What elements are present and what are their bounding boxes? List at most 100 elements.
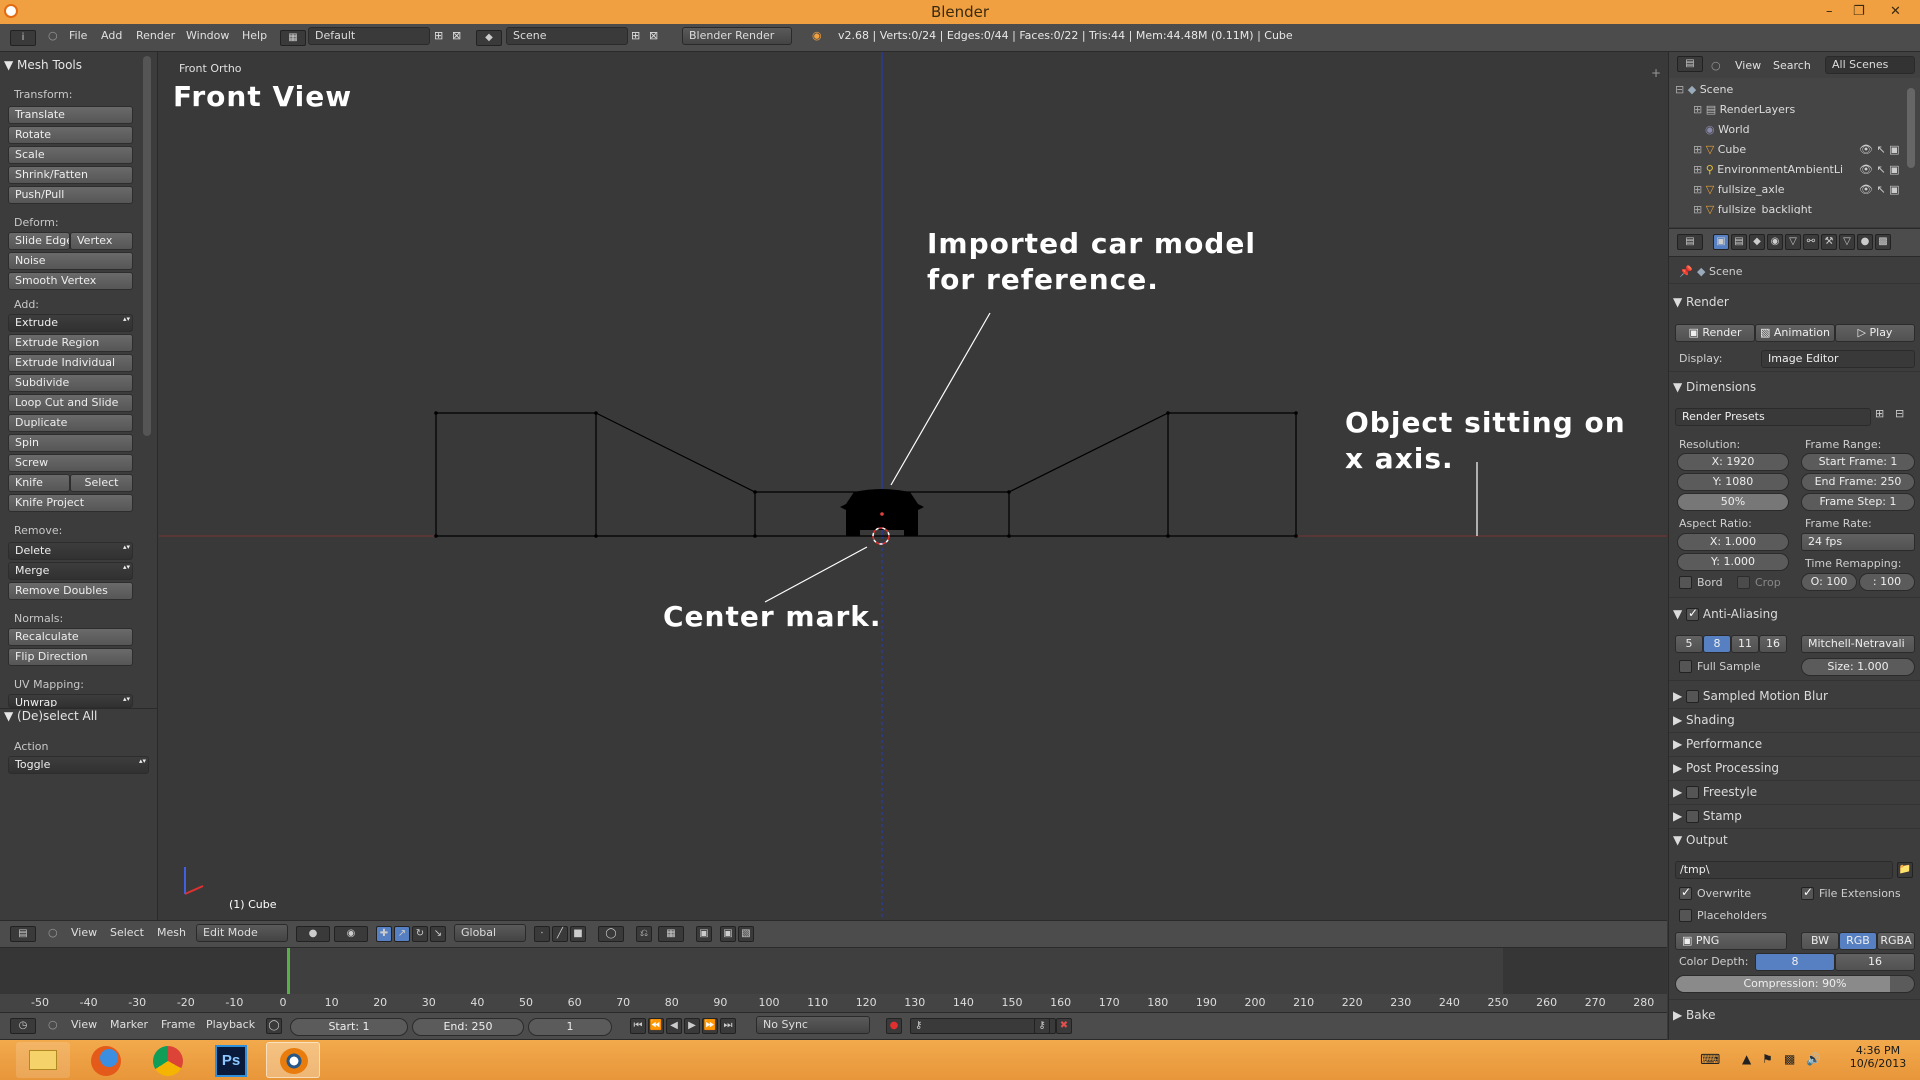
delete-dropdown[interactable]: Delete: [8, 542, 133, 560]
antialiasing-panel-title[interactable]: ▼ Anti-Aliasing: [1673, 606, 1778, 621]
3d-viewport[interactable]: Front Ortho Front View Imported car mode…: [159, 52, 1667, 920]
add-layout-icon[interactable]: ⊞: [434, 27, 443, 45]
visibility-icons[interactable]: 👁 ↖ ▣: [1859, 160, 1900, 180]
freestyle-panel-title[interactable]: ▶ Freestyle: [1673, 785, 1757, 799]
clock[interactable]: 4:36 PM 10/6/2013: [1846, 1044, 1910, 1070]
time-remap-new-field[interactable]: : 100: [1859, 573, 1915, 591]
screw-button[interactable]: Screw: [8, 454, 133, 472]
tray-arrow-icon[interactable]: ▲: [1742, 1052, 1751, 1066]
delete-key-icon[interactable]: ✖: [1056, 1018, 1072, 1034]
view3d-menu-select[interactable]: Select: [110, 924, 144, 942]
dimensions-panel-title[interactable]: ▼ Dimensions: [1673, 380, 1756, 394]
photoshop-icon[interactable]: Ps: [204, 1042, 258, 1078]
orientation-select[interactable]: Global: [454, 924, 526, 942]
layers-tab-icon[interactable]: ▤: [1731, 234, 1747, 250]
menu-help[interactable]: Help: [242, 27, 267, 45]
outliner-menu-view[interactable]: View: [1735, 57, 1761, 75]
play-button[interactable]: ▷ Play: [1835, 324, 1915, 342]
knife-project-button[interactable]: Knife Project: [8, 494, 133, 512]
outliner-editor-icon[interactable]: ▤: [1677, 56, 1703, 72]
rotate-manip-icon[interactable]: ↻: [412, 926, 428, 942]
display-select[interactable]: Image Editor: [1761, 350, 1915, 368]
timeline[interactable]: -50 -40 -30 -20 -10 0 10 20 30 40 50 60 70 80 90 100 110…: [0, 948, 1667, 1012]
explorer-icon[interactable]: [16, 1042, 70, 1078]
remove-preset-icon[interactable]: ⊟: [1895, 407, 1904, 420]
start-frame-field[interactable]: Start: 1: [290, 1018, 408, 1036]
aa-filter-select[interactable]: Mitchell-Netravali: [1801, 635, 1915, 653]
end-frame-prop-field[interactable]: End Frame: 250: [1801, 473, 1915, 491]
play-icon[interactable]: ▶: [684, 1018, 700, 1034]
bake-panel-title[interactable]: ▶ Bake: [1673, 1008, 1716, 1022]
visibility-icons[interactable]: 👁 ↖ ▣: [1859, 180, 1900, 200]
deselect-all-title[interactable]: ▼ (De)select All: [4, 709, 97, 723]
resolution-percent-slider[interactable]: 50%: [1677, 493, 1789, 511]
aa-samples-8[interactable]: 8: [1703, 635, 1731, 653]
timeline-editor-icon[interactable]: ◷: [10, 1018, 36, 1034]
flip-direction-button[interactable]: Flip Direction: [8, 648, 133, 666]
outliner-collapse-icon[interactable]: ○: [1711, 57, 1721, 75]
loop-cut-button[interactable]: Loop Cut and Slide: [8, 394, 133, 412]
restore-icon[interactable]: ❐: [1853, 0, 1865, 24]
resolution-y-field[interactable]: Y: 1080: [1677, 473, 1789, 491]
pivot-icon[interactable]: ◉: [334, 926, 368, 942]
render-tab-icon[interactable]: ▣: [1713, 234, 1729, 250]
aa-size-field[interactable]: Size: 1.000: [1801, 658, 1915, 676]
outliner-item-backlight[interactable]: ⊞ ▽ fullsize_backlight: [1693, 200, 1920, 214]
resolution-x-field[interactable]: X: 1920: [1677, 453, 1789, 471]
duplicate-button[interactable]: Duplicate: [8, 414, 133, 432]
insert-key-icon[interactable]: ⚷: [1034, 1018, 1050, 1034]
translate-manip-icon[interactable]: ↗: [394, 926, 410, 942]
color-depth-16-button[interactable]: 16: [1835, 953, 1915, 971]
texture-tab-icon[interactable]: ▩: [1875, 234, 1891, 250]
noise-button[interactable]: Noise: [8, 252, 133, 270]
start-frame-prop-field[interactable]: Start Frame: 1: [1801, 453, 1915, 471]
outliner-item-renderlayers[interactable]: ⊞ ▤ RenderLayers: [1693, 100, 1920, 120]
menu-file[interactable]: File: [69, 27, 87, 45]
volume-icon[interactable]: 🔊: [1806, 1052, 1821, 1066]
record-icon[interactable]: ●: [886, 1018, 902, 1034]
timeline-menu-view[interactable]: View: [71, 1016, 97, 1034]
render-panel-title[interactable]: ▼ Render: [1673, 295, 1729, 309]
menu-render[interactable]: Render: [136, 27, 175, 45]
current-frame-field[interactable]: 1: [528, 1018, 612, 1036]
full-sample-checkbox[interactable]: [1679, 660, 1692, 673]
editor-type-icon[interactable]: i: [10, 30, 36, 46]
jump-end-icon[interactable]: ⏭: [720, 1018, 736, 1034]
keyboard-icon[interactable]: ⌨: [1700, 1052, 1720, 1068]
add-scene-icon[interactable]: ⊞: [631, 27, 640, 45]
vertex-select-icon[interactable]: ⋅: [534, 926, 550, 942]
network-icon[interactable]: ▩: [1784, 1052, 1795, 1066]
firefox-icon[interactable]: [80, 1042, 134, 1078]
push-pull-button[interactable]: Push/Pull: [8, 186, 133, 204]
render-engine-select[interactable]: Blender Render: [682, 27, 792, 45]
remove-layout-icon[interactable]: ⊠: [452, 27, 461, 45]
color-rgba-button[interactable]: RGBA: [1877, 932, 1915, 950]
viewport-canvas[interactable]: [159, 52, 1667, 920]
prev-key-icon[interactable]: ⏪: [648, 1018, 664, 1034]
aa-samples-11[interactable]: 11: [1731, 635, 1759, 653]
properties-editor-icon[interactable]: ▤: [1677, 234, 1703, 250]
timeline-menu-frame[interactable]: Frame: [161, 1016, 195, 1034]
scene-icon[interactable]: ◆: [476, 30, 502, 46]
edge-select-icon[interactable]: ╱: [552, 926, 568, 942]
color-depth-8-button[interactable]: 8: [1755, 953, 1835, 971]
output-path-field[interactable]: /tmp\: [1675, 861, 1893, 879]
aa-samples-16[interactable]: 16: [1759, 635, 1787, 653]
rotate-button[interactable]: Rotate: [8, 126, 133, 144]
border-checkbox[interactable]: [1679, 576, 1692, 589]
aspect-x-field[interactable]: X: 1.000: [1677, 533, 1789, 551]
knife-button[interactable]: Knife: [8, 474, 70, 492]
chrome-icon[interactable]: [142, 1042, 196, 1078]
constraints-tab-icon[interactable]: ⚯: [1803, 234, 1819, 250]
timeline-menu-marker[interactable]: Marker: [110, 1016, 148, 1034]
proportional-icon[interactable]: ◯: [598, 926, 624, 942]
render-still-icon[interactable]: ▣: [720, 926, 736, 942]
add-preset-icon[interactable]: ⊞: [1875, 407, 1884, 420]
blender-taskbar-icon[interactable]: [266, 1042, 320, 1078]
play-reverse-icon[interactable]: ◀: [666, 1018, 682, 1034]
remove-doubles-button[interactable]: Remove Doubles: [8, 582, 133, 600]
smooth-vertex-button[interactable]: Smooth Vertex: [8, 272, 133, 290]
menu-add[interactable]: Add: [101, 27, 122, 45]
vertex-button[interactable]: Vertex: [70, 232, 133, 250]
subdivide-button[interactable]: Subdivide: [8, 374, 133, 392]
